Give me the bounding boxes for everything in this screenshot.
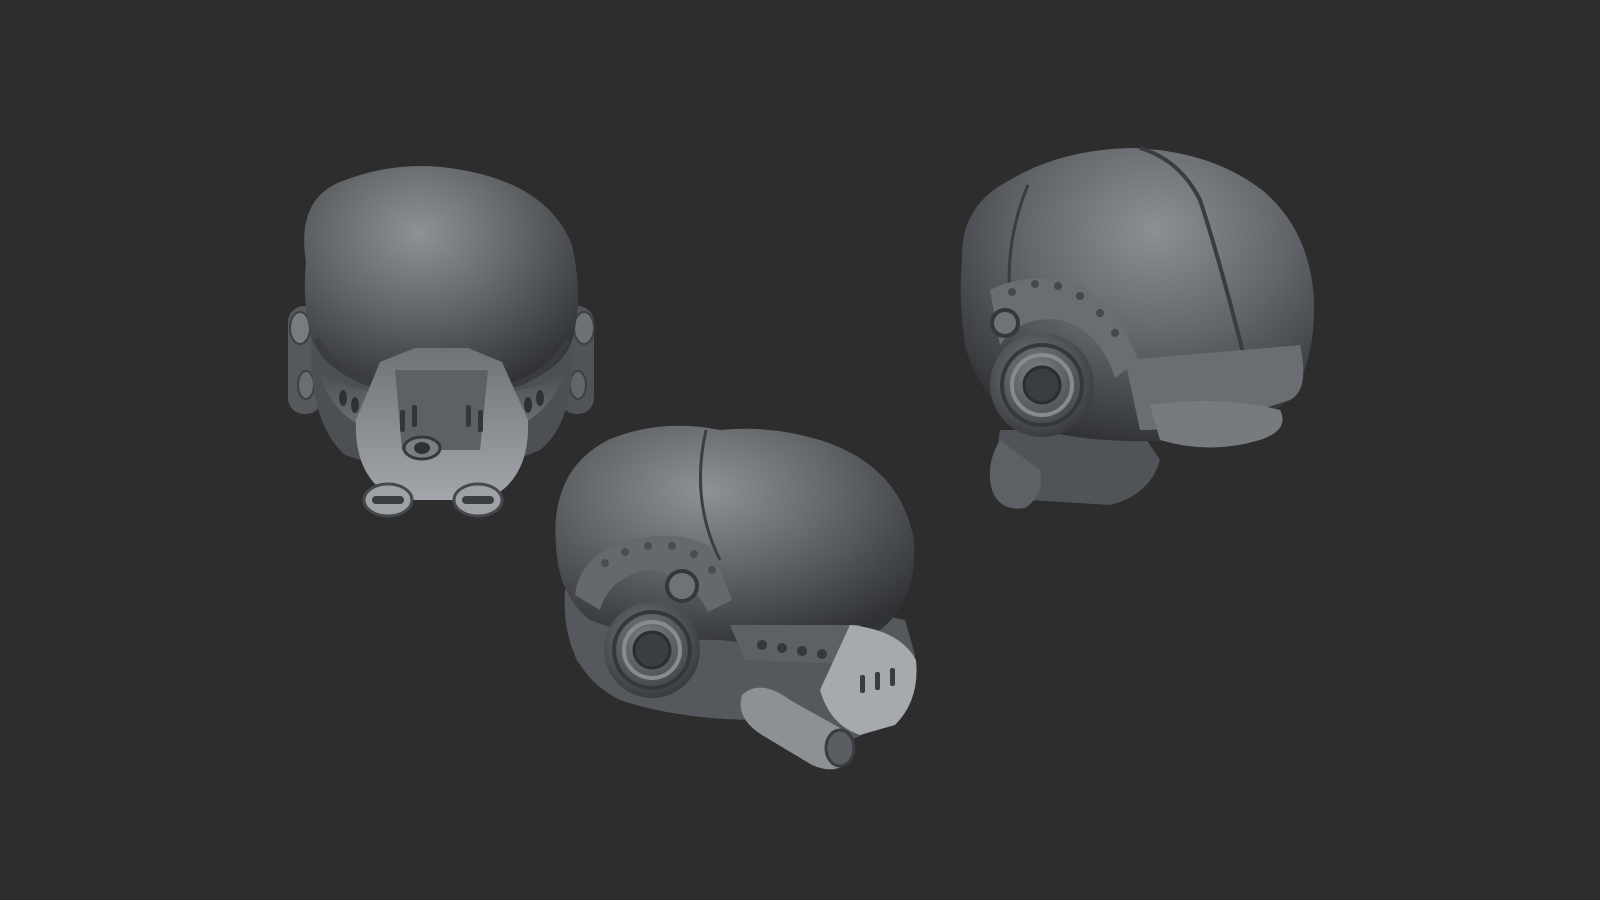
back-ear-ring xyxy=(990,333,1094,437)
side-small-port xyxy=(665,569,699,603)
front-right-filter xyxy=(452,482,504,518)
front-left-filter xyxy=(362,482,414,518)
back-small-port xyxy=(990,308,1020,338)
side-ear-ring xyxy=(604,602,700,698)
sculpt-render xyxy=(0,0,1600,900)
render-viewport xyxy=(0,0,1600,900)
